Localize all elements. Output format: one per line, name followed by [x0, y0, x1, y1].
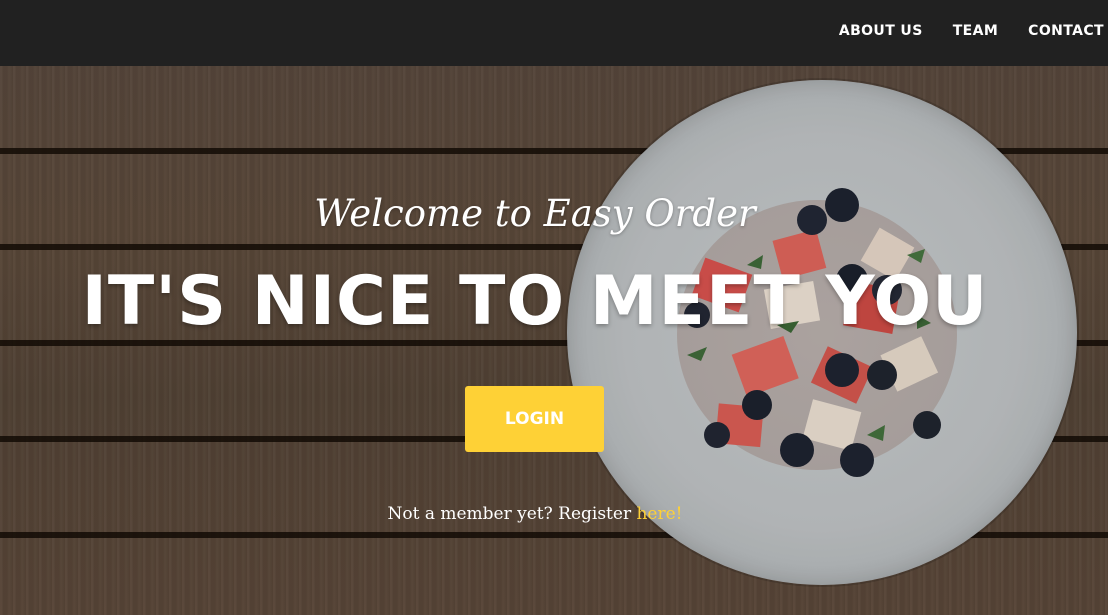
welcome-subtitle: Welcome to Easy Order [314, 192, 756, 235]
register-prompt-text: Not a member yet? Register [387, 504, 637, 524]
hero-section: Welcome to Easy Order IT'S NICE TO MEET … [0, 66, 1108, 615]
nav-link-about-us[interactable]: ABOUT US [839, 23, 923, 39]
nav-links: ABOUT US TEAM CONTACT [809, 0, 1104, 62]
register-prompt: Not a member yet? Register here! [0, 504, 1070, 524]
nav-link-team[interactable]: TEAM [953, 23, 998, 39]
login-button[interactable]: LOGIN [465, 386, 604, 452]
register-link[interactable]: here! [636, 504, 682, 524]
nav-link-contact[interactable]: CONTACT [1028, 23, 1104, 39]
hero-headline: IT'S NICE TO MEET YOU [81, 262, 989, 341]
navbar: ABOUT US TEAM CONTACT [0, 0, 1108, 66]
